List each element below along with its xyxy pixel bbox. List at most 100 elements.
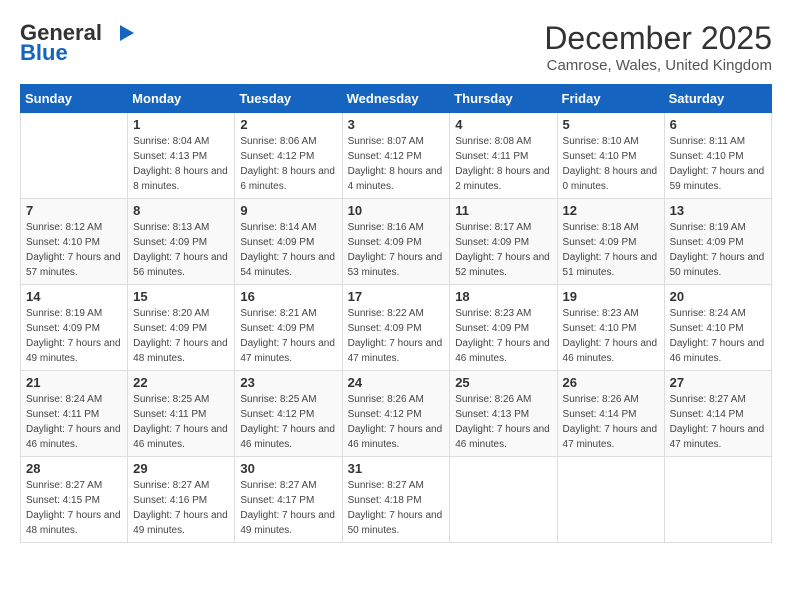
calendar-cell: 1 Sunrise: 8:04 AMSunset: 4:13 PMDaylight…: [128, 113, 235, 199]
day-number: 15: [133, 289, 229, 304]
weekday-header-row: SundayMondayTuesdayWednesdayThursdayFrid…: [21, 85, 772, 113]
day-info: Sunrise: 8:10 AMSunset: 4:10 PMDaylight:…: [563, 134, 659, 194]
day-number: 19: [563, 289, 659, 304]
calendar-week-row: 1 Sunrise: 8:04 AMSunset: 4:13 PMDaylight…: [21, 113, 772, 199]
day-info: Sunrise: 8:11 AMSunset: 4:10 PMDaylight:…: [670, 134, 766, 194]
calendar-table: SundayMondayTuesdayWednesdayThursdayFrid…: [20, 84, 772, 543]
day-info: Sunrise: 8:17 AMSunset: 4:09 PMDaylight:…: [455, 220, 551, 280]
calendar-cell: 8 Sunrise: 8:13 AMSunset: 4:09 PMDaylight…: [128, 199, 235, 285]
day-number: 8: [133, 203, 229, 218]
title-area: December 2025 Camrose, Wales, United Kin…: [544, 20, 772, 74]
weekday-header-sunday: Sunday: [21, 85, 128, 113]
day-info: Sunrise: 8:14 AMSunset: 4:09 PMDaylight:…: [240, 220, 336, 280]
day-number: 7: [26, 203, 122, 218]
day-number: 29: [133, 461, 229, 476]
day-number: 3: [348, 117, 445, 132]
day-number: 17: [348, 289, 445, 304]
day-info: Sunrise: 8:16 AMSunset: 4:09 PMDaylight:…: [348, 220, 445, 280]
calendar-cell: 22 Sunrise: 8:25 AMSunset: 4:11 PMDayligh…: [128, 371, 235, 457]
calendar-cell: 17Sunrise: 8:22 AMSunset: 4:09 PMDayligh…: [342, 285, 450, 371]
calendar-week-row: 21Sunrise: 8:24 AMSunset: 4:11 PMDayligh…: [21, 371, 772, 457]
logo-blue-text: Blue: [20, 40, 68, 66]
day-number: 24: [348, 375, 445, 390]
calendar-cell: [450, 457, 557, 543]
day-info: Sunrise: 8:13 AMSunset: 4:09 PMDaylight:…: [133, 220, 229, 280]
day-info: Sunrise: 8:27 AMSunset: 4:18 PMDaylight:…: [348, 478, 445, 538]
weekday-header-monday: Monday: [128, 85, 235, 113]
calendar-cell: 2 Sunrise: 8:06 AMSunset: 4:12 PMDaylight…: [235, 113, 342, 199]
day-number: 20: [670, 289, 766, 304]
day-info: Sunrise: 8:27 AMSunset: 4:17 PMDaylight:…: [240, 478, 336, 538]
day-number: 11: [455, 203, 551, 218]
location-subtitle: Camrose, Wales, United Kingdom: [544, 57, 772, 74]
calendar-cell: 12 Sunrise: 8:18 AMSunset: 4:09 PMDayligh…: [557, 199, 664, 285]
calendar-cell: 29 Sunrise: 8:27 AMSunset: 4:16 PMDayligh…: [128, 457, 235, 543]
calendar-week-row: 7 Sunrise: 8:12 AMSunset: 4:10 PMDaylight…: [21, 199, 772, 285]
day-number: 9: [240, 203, 336, 218]
day-info: Sunrise: 8:27 AMSunset: 4:14 PMDaylight:…: [670, 392, 766, 452]
day-number: 1: [133, 117, 229, 132]
day-info: Sunrise: 8:26 AMSunset: 4:14 PMDaylight:…: [563, 392, 659, 452]
calendar-cell: 6 Sunrise: 8:11 AMSunset: 4:10 PMDaylight…: [664, 113, 771, 199]
day-number: 22: [133, 375, 229, 390]
calendar-cell: 4 Sunrise: 8:08 AMSunset: 4:11 PMDaylight…: [450, 113, 557, 199]
calendar-cell: 15 Sunrise: 8:20 AMSunset: 4:09 PMDayligh…: [128, 285, 235, 371]
page-header: General Blue December 2025 Camrose, Wale…: [20, 20, 772, 74]
day-info: Sunrise: 8:26 AMSunset: 4:13 PMDaylight:…: [455, 392, 551, 452]
weekday-header-saturday: Saturday: [664, 85, 771, 113]
calendar-cell: 31 Sunrise: 8:27 AMSunset: 4:18 PMDayligh…: [342, 457, 450, 543]
calendar-cell: 21Sunrise: 8:24 AMSunset: 4:11 PMDayligh…: [21, 371, 128, 457]
day-number: 16: [240, 289, 336, 304]
day-info: Sunrise: 8:21 AMSunset: 4:09 PMDaylight:…: [240, 306, 336, 366]
calendar-cell: 24Sunrise: 8:26 AMSunset: 4:12 PMDayligh…: [342, 371, 450, 457]
day-info: Sunrise: 8:23 AMSunset: 4:09 PMDaylight:…: [455, 306, 551, 366]
day-info: Sunrise: 8:27 AMSunset: 4:15 PMDaylight:…: [26, 478, 122, 538]
calendar-cell: 9 Sunrise: 8:14 AMSunset: 4:09 PMDaylight…: [235, 199, 342, 285]
day-number: 12: [563, 203, 659, 218]
calendar-cell: 20 Sunrise: 8:24 AMSunset: 4:10 PMDayligh…: [664, 285, 771, 371]
weekday-header-tuesday: Tuesday: [235, 85, 342, 113]
day-info: Sunrise: 8:12 AMSunset: 4:10 PMDaylight:…: [26, 220, 122, 280]
month-title: December 2025: [544, 20, 772, 57]
day-info: Sunrise: 8:23 AMSunset: 4:10 PMDaylight:…: [563, 306, 659, 366]
calendar-week-row: 28 Sunrise: 8:27 AMSunset: 4:15 PMDayligh…: [21, 457, 772, 543]
day-info: Sunrise: 8:25 AMSunset: 4:12 PMDaylight:…: [240, 392, 336, 452]
calendar-cell: 23Sunrise: 8:25 AMSunset: 4:12 PMDayligh…: [235, 371, 342, 457]
day-info: Sunrise: 8:20 AMSunset: 4:09 PMDaylight:…: [133, 306, 229, 366]
day-info: Sunrise: 8:06 AMSunset: 4:12 PMDaylight:…: [240, 134, 336, 194]
weekday-header-friday: Friday: [557, 85, 664, 113]
calendar-cell: 10 Sunrise: 8:16 AMSunset: 4:09 PMDayligh…: [342, 199, 450, 285]
day-number: 4: [455, 117, 551, 132]
logo-flag-icon: [106, 23, 134, 43]
day-number: 10: [348, 203, 445, 218]
calendar-cell: 27 Sunrise: 8:27 AMSunset: 4:14 PMDayligh…: [664, 371, 771, 457]
day-info: Sunrise: 8:08 AMSunset: 4:11 PMDaylight:…: [455, 134, 551, 194]
calendar-cell: 14Sunrise: 8:19 AMSunset: 4:09 PMDayligh…: [21, 285, 128, 371]
calendar-cell: [557, 457, 664, 543]
calendar-cell: [664, 457, 771, 543]
calendar-cell: [21, 113, 128, 199]
day-number: 26: [563, 375, 659, 390]
logo: General Blue: [20, 20, 134, 66]
day-info: Sunrise: 8:18 AMSunset: 4:09 PMDaylight:…: [563, 220, 659, 280]
day-number: 6: [670, 117, 766, 132]
calendar-cell: 3 Sunrise: 8:07 AMSunset: 4:12 PMDaylight…: [342, 113, 450, 199]
day-number: 28: [26, 461, 122, 476]
day-info: Sunrise: 8:24 AMSunset: 4:10 PMDaylight:…: [670, 306, 766, 366]
calendar-cell: 19 Sunrise: 8:23 AMSunset: 4:10 PMDayligh…: [557, 285, 664, 371]
day-number: 18: [455, 289, 551, 304]
day-number: 14: [26, 289, 122, 304]
weekday-header-wednesday: Wednesday: [342, 85, 450, 113]
calendar-cell: 16 Sunrise: 8:21 AMSunset: 4:09 PMDayligh…: [235, 285, 342, 371]
day-info: Sunrise: 8:27 AMSunset: 4:16 PMDaylight:…: [133, 478, 229, 538]
day-info: Sunrise: 8:07 AMSunset: 4:12 PMDaylight:…: [348, 134, 445, 194]
calendar-cell: 11 Sunrise: 8:17 AMSunset: 4:09 PMDayligh…: [450, 199, 557, 285]
day-number: 2: [240, 117, 336, 132]
day-number: 25: [455, 375, 551, 390]
calendar-week-row: 14Sunrise: 8:19 AMSunset: 4:09 PMDayligh…: [21, 285, 772, 371]
day-info: Sunrise: 8:25 AMSunset: 4:11 PMDaylight:…: [133, 392, 229, 452]
day-number: 27: [670, 375, 766, 390]
day-info: Sunrise: 8:04 AMSunset: 4:13 PMDaylight:…: [133, 134, 229, 194]
day-number: 21: [26, 375, 122, 390]
day-number: 31: [348, 461, 445, 476]
